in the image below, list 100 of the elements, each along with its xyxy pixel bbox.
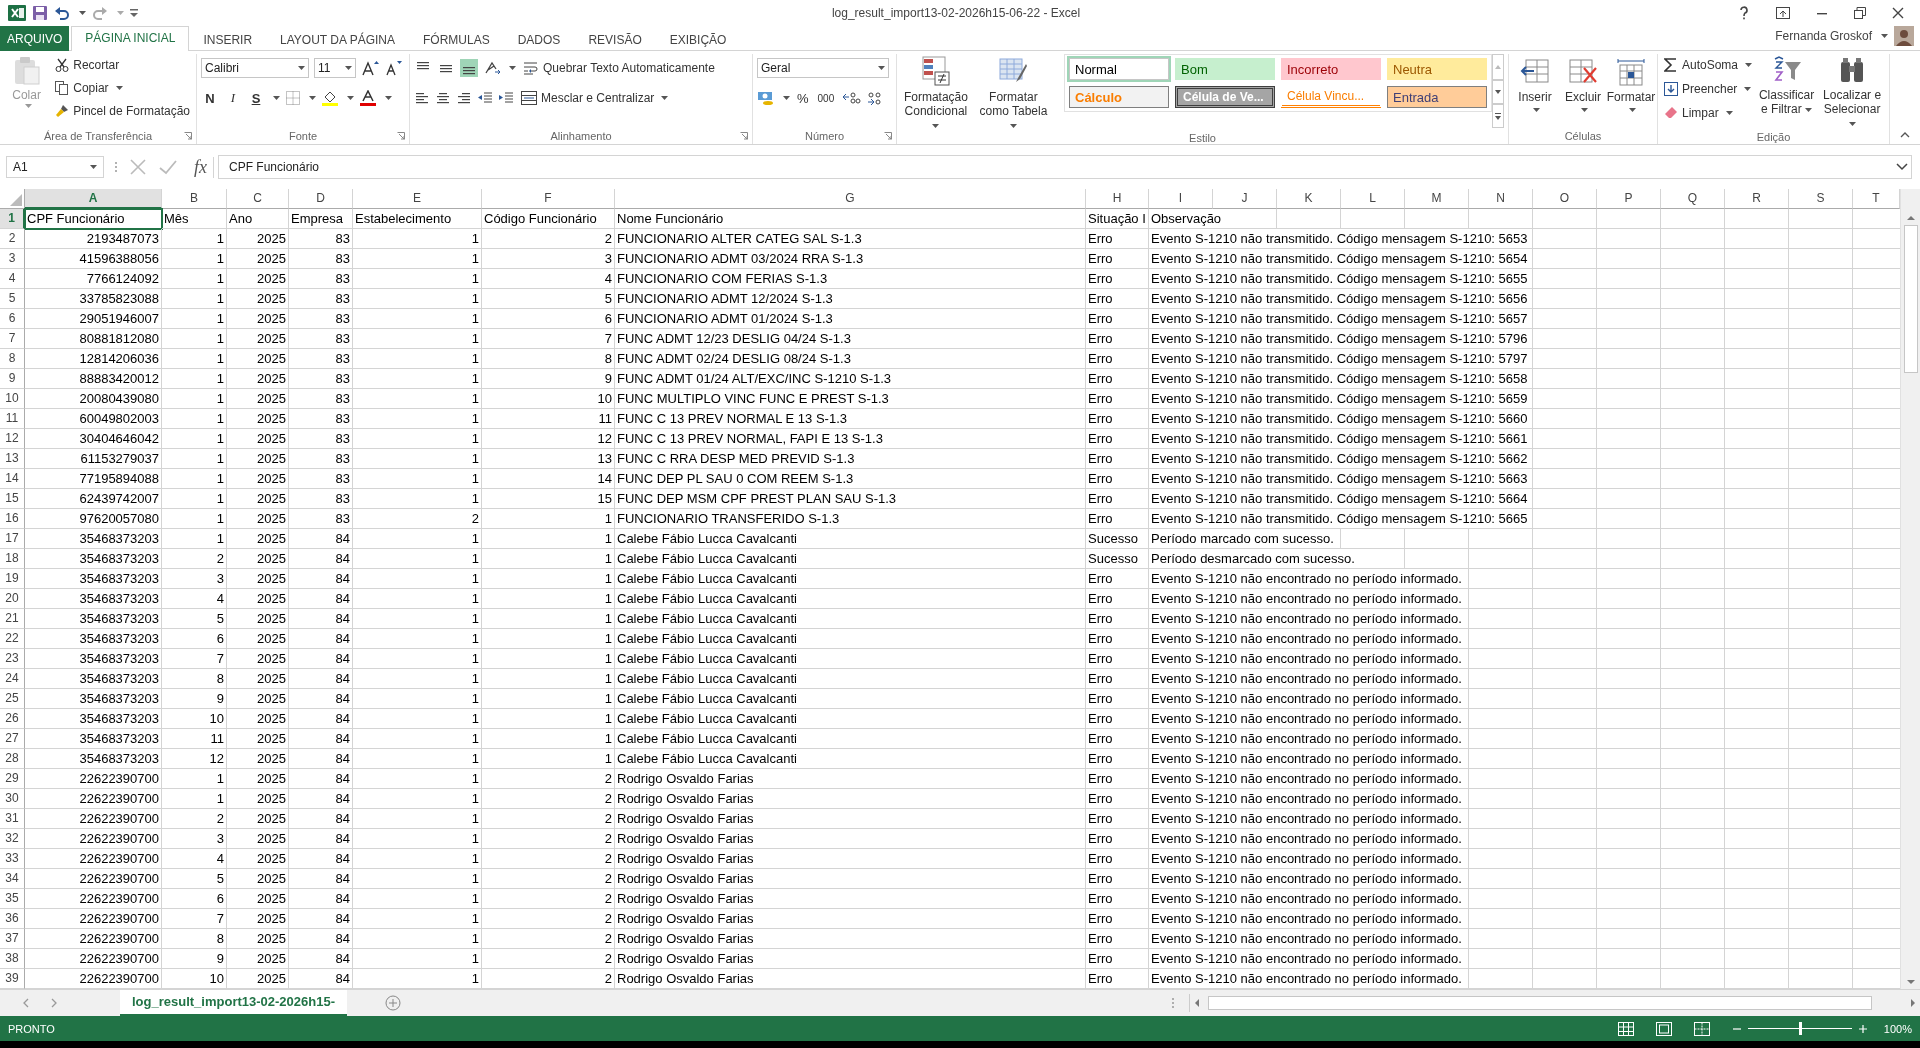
decrease-indent-icon[interactable] <box>477 90 493 106</box>
formula-field[interactable]: CPF Funcionário <box>218 155 1912 179</box>
row-header[interactable]: 26 <box>0 709 25 729</box>
column-header[interactable]: R <box>1725 189 1789 209</box>
row-header[interactable]: 1 <box>0 209 25 229</box>
align-bottom-button[interactable] <box>460 59 478 77</box>
wrap-text-button[interactable]: Quebrar Texto Automaticamente <box>521 58 717 78</box>
sort-filter-button[interactable]: Classificar e Filtrar <box>1758 54 1816 116</box>
column-header[interactable]: L <box>1341 189 1405 209</box>
italic-button[interactable]: I <box>224 90 242 106</box>
insert-cells-button[interactable]: Inserir <box>1513 54 1557 112</box>
row-header[interactable]: 21 <box>0 609 25 629</box>
number-format-field[interactable]: Geral <box>757 58 889 78</box>
column-header[interactable]: S <box>1789 189 1853 209</box>
increase-indent-icon[interactable] <box>498 90 514 106</box>
cell-style[interactable]: Neutra <box>1387 58 1487 80</box>
row-header[interactable]: 33 <box>0 849 25 869</box>
row-header[interactable]: 36 <box>0 909 25 929</box>
column-header[interactable]: N <box>1469 189 1533 209</box>
close-icon[interactable] <box>1892 7 1904 19</box>
row-header[interactable]: 11 <box>0 409 25 429</box>
copy-button[interactable]: Copiar <box>53 78 192 98</box>
fill-button[interactable]: Preencher <box>1662 79 1755 99</box>
delete-cells-button[interactable]: Excluir <box>1561 54 1605 112</box>
row-header[interactable]: 25 <box>0 689 25 709</box>
column-header[interactable]: D <box>289 189 353 209</box>
row-header[interactable]: 23 <box>0 649 25 669</box>
cell-style[interactable]: Bom <box>1175 58 1275 80</box>
row-header[interactable]: 8 <box>0 349 25 369</box>
collapse-ribbon-icon[interactable] <box>1900 132 1910 138</box>
dialog-launcher-icon[interactable] <box>184 132 192 140</box>
format-cells-button[interactable]: Formatar <box>1609 54 1653 112</box>
row-header[interactable]: 15 <box>0 489 25 509</box>
align-right-icon[interactable] <box>456 90 472 106</box>
row-header[interactable]: 22 <box>0 629 25 649</box>
font-color-icon[interactable] <box>359 90 377 106</box>
column-header[interactable]: H <box>1086 189 1149 209</box>
zoom-level[interactable]: 100% <box>1883 1022 1912 1035</box>
zoom-in-icon[interactable] <box>1857 1023 1868 1034</box>
row-header[interactable]: 12 <box>0 429 25 449</box>
insert-function-button[interactable]: fx <box>188 156 214 178</box>
bold-button[interactable]: N <box>201 90 219 106</box>
fill-color-icon[interactable] <box>321 90 339 106</box>
scrollbar-thumb[interactable] <box>1903 225 1918 373</box>
thousands-button[interactable]: 000 <box>815 92 837 104</box>
dialog-launcher-icon[interactable] <box>884 132 892 140</box>
row-header[interactable]: 28 <box>0 749 25 769</box>
row-header[interactable]: 20 <box>0 589 25 609</box>
currency-icon[interactable] <box>757 90 775 106</box>
ribbon-tab[interactable]: EXIBIÇÃO <box>655 28 741 51</box>
row-header[interactable]: 32 <box>0 829 25 849</box>
dialog-launcher-icon[interactable] <box>397 132 405 140</box>
row-header[interactable]: 30 <box>0 789 25 809</box>
find-select-button[interactable]: Localizar e Selecionar <box>1819 54 1885 130</box>
row-header[interactable]: 29 <box>0 769 25 789</box>
sheet-tab[interactable]: log_result_import13-02-2026h15- <box>120 989 348 1016</box>
column-header[interactable]: O <box>1533 189 1597 209</box>
row-header[interactable]: 31 <box>0 809 25 829</box>
page-break-icon[interactable] <box>1693 1021 1710 1036</box>
cell-style[interactable]: Entrada <box>1387 86 1487 108</box>
text-orientation-icon[interactable] <box>483 60 501 76</box>
font-size-field[interactable]: 11 <box>314 58 356 78</box>
row-header[interactable]: 4 <box>0 269 25 289</box>
ribbon-tab[interactable]: PÁGINA INICIAL <box>71 26 190 51</box>
row-header[interactable]: 34 <box>0 869 25 889</box>
row-header[interactable]: 6 <box>0 309 25 329</box>
more-styles-icon[interactable] <box>1492 104 1504 128</box>
clear-button[interactable]: Limpar <box>1662 103 1755 123</box>
row-header[interactable]: 13 <box>0 449 25 469</box>
autosum-button[interactable]: AutoSoma <box>1662 55 1755 75</box>
ribbon-tab[interactable]: REVISÃO <box>574 28 656 51</box>
row-header[interactable]: 7 <box>0 329 25 349</box>
font-name-field[interactable]: Calibri <box>201 58 309 78</box>
row-header[interactable]: 17 <box>0 529 25 549</box>
file-tab[interactable]: ARQUIVO <box>0 26 70 51</box>
column-header[interactable]: F <box>482 189 615 209</box>
merge-center-button[interactable]: Mesclar e Centralizar <box>519 88 671 108</box>
scroll-down-icon[interactable] <box>1492 80 1504 104</box>
restore-icon[interactable] <box>1854 7 1866 19</box>
name-box[interactable]: A1 <box>6 156 104 178</box>
vertical-scrollbar[interactable] <box>1900 189 1920 989</box>
cell-style[interactable]: Normal <box>1069 58 1169 80</box>
row-header[interactable]: 27 <box>0 729 25 749</box>
column-header[interactable]: T <box>1853 189 1900 209</box>
row-header[interactable]: 2 <box>0 229 25 249</box>
underline-button[interactable]: S <box>247 90 265 106</box>
percent-button[interactable]: % <box>795 90 811 106</box>
column-header[interactable]: A <box>25 189 162 209</box>
user-name[interactable]: Fernanda Groskof <box>1775 29 1872 43</box>
cut-button[interactable]: Recortar <box>53 55 192 75</box>
row-header[interactable]: 5 <box>0 289 25 309</box>
save-icon[interactable] <box>32 5 48 21</box>
row-header[interactable]: 19 <box>0 569 25 589</box>
column-header[interactable]: K <box>1277 189 1341 209</box>
row-header[interactable]: 24 <box>0 669 25 689</box>
column-header[interactable]: B <box>162 189 227 209</box>
row-header[interactable]: 38 <box>0 949 25 969</box>
row-header[interactable]: 35 <box>0 889 25 909</box>
ribbon-tab[interactable]: DADOS <box>503 28 575 51</box>
undo-icon[interactable] <box>54 5 70 21</box>
